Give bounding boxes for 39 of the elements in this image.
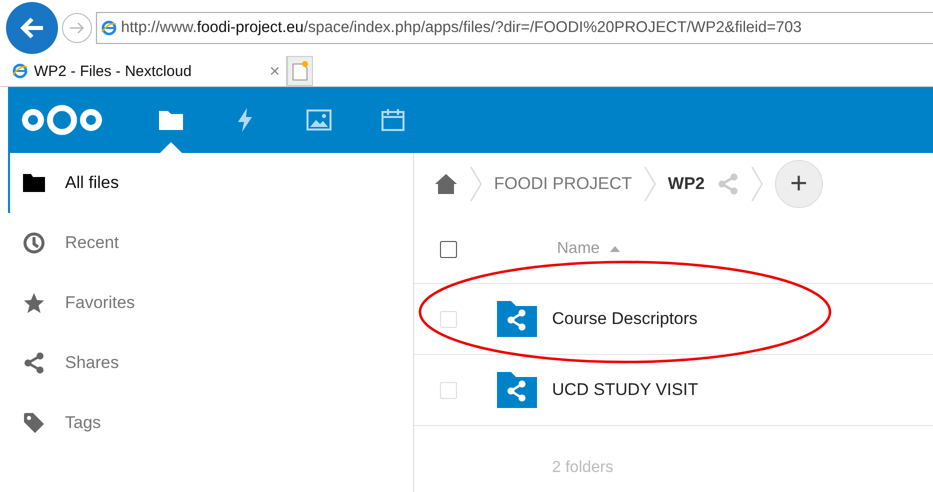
close-tab-button[interactable]: × [269, 60, 280, 82]
breadcrumb-link[interactable]: FOODI PROJECT [494, 174, 632, 194]
browser-logo-icon [12, 63, 28, 79]
folder-icon [158, 109, 184, 131]
lightning-icon [237, 108, 253, 132]
star-icon [23, 292, 45, 314]
forward-button[interactable] [62, 13, 92, 43]
folder-icon [23, 174, 45, 192]
browser-logo-icon [101, 20, 117, 36]
address-field[interactable]: http://www.foodi-project.eu/space/index.php/apps/files/?dir=/FOODI%20PROJECT/WP2&fileid=703 [96, 12, 933, 44]
row-checkbox[interactable] [440, 382, 457, 398]
image-icon [306, 109, 332, 131]
shared-folder-icon [497, 301, 537, 337]
sidebar-item[interactable]: Favorites [8, 273, 413, 333]
calendar-icon [381, 108, 405, 132]
back-button[interactable] [6, 2, 58, 54]
tag-icon [23, 412, 45, 434]
clock-icon [23, 232, 45, 254]
sidebar-item[interactable]: Tags [8, 393, 413, 453]
summary-text: 2 folders [552, 459, 614, 477]
new-tab-button[interactable] [287, 56, 313, 86]
file-name[interactable]: Course Descriptors [552, 309, 698, 329]
new-page-icon [291, 61, 309, 81]
add-button[interactable]: + [774, 160, 823, 208]
logo-icon[interactable] [20, 103, 104, 137]
sidebar-item[interactable]: Recent [8, 213, 413, 273]
shared-folder-icon [497, 372, 537, 408]
home-icon[interactable] [434, 173, 458, 195]
select-all-checkbox[interactable] [440, 240, 457, 258]
share-icon[interactable] [716, 173, 739, 195]
row-checkbox[interactable] [440, 310, 457, 328]
share-icon [23, 352, 45, 374]
sidebar-item[interactable]: Shares [8, 333, 413, 393]
chevron-icon [470, 166, 482, 202]
breadcrumb-link[interactable]: WP2 [668, 174, 705, 194]
sidebar-item[interactable]: All files [8, 153, 413, 213]
chevron-icon [644, 166, 656, 202]
file-name[interactable]: UCD STUDY VISIT [552, 380, 698, 400]
chevron-icon [750, 166, 763, 202]
